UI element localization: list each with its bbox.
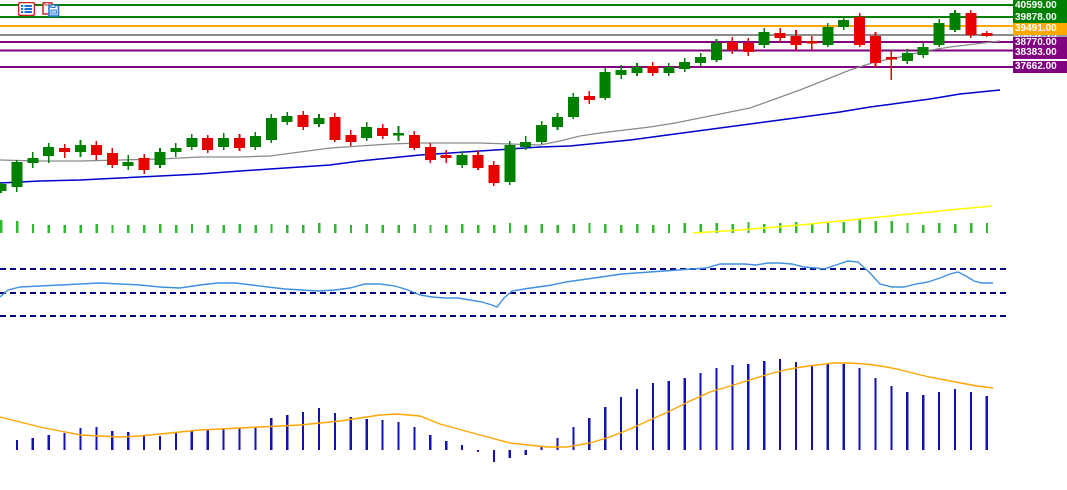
quote-table-icon[interactable] [18,2,35,16]
chart-page-icon[interactable] [42,2,59,16]
price-label-39491: 39491.00 [1013,23,1067,35]
trading-chart-window: 40599.00 39878.00 39052.15 39491.00 3877… [0,0,1067,490]
price-label-38383: 38383.00 [1013,47,1067,59]
chart-toolbar [18,2,59,16]
price-label-40599: 40599.00 [1013,0,1067,12]
chart-canvas [0,0,1067,490]
price-label-37662: 37662.00 [1013,61,1067,73]
